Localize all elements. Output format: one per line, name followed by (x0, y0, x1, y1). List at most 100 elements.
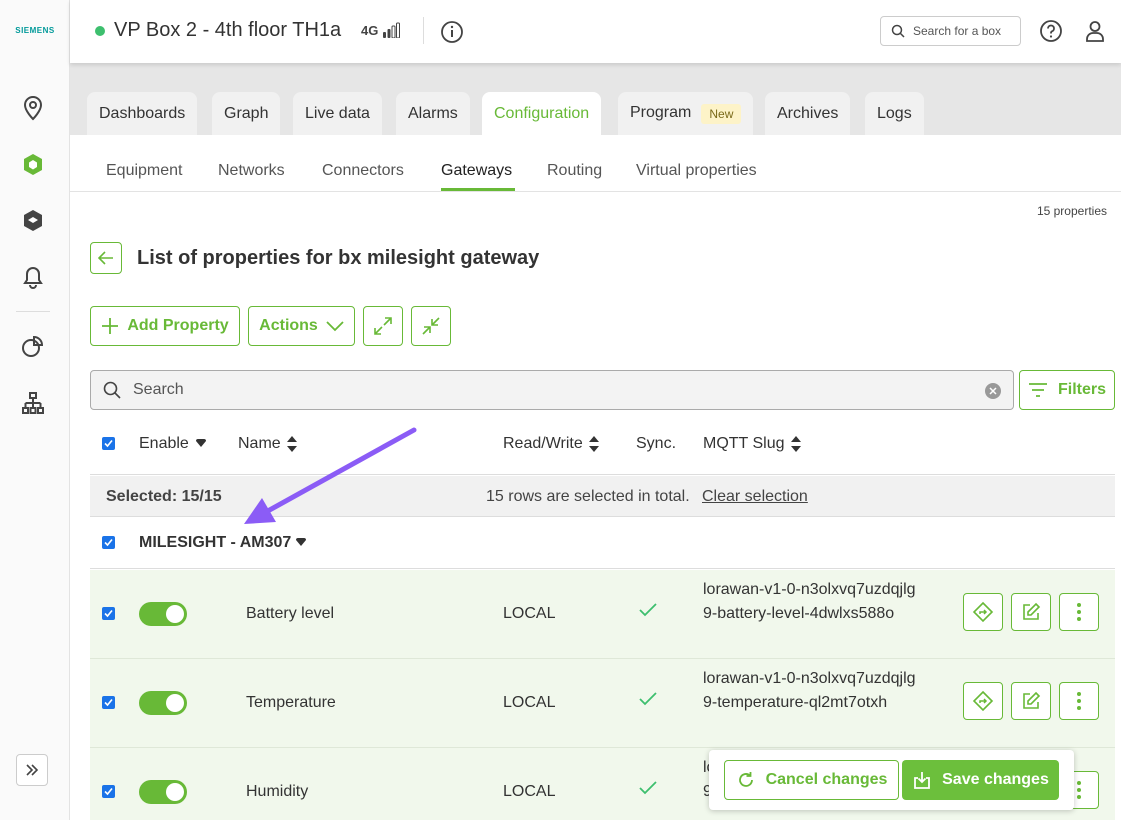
row-checkbox[interactable] (102, 785, 115, 798)
column-sync: Sync. (636, 435, 676, 453)
tab-logs[interactable]: Logs (865, 92, 924, 135)
tab-graph[interactable]: Graph (212, 92, 281, 135)
expand-all-button[interactable] (363, 306, 403, 346)
back-button[interactable] (90, 242, 122, 274)
app: SIEMENS VP Box 2 - 4th floor TH1a 4G Sea… (0, 0, 1121, 820)
add-property-label: Add Property (127, 317, 229, 334)
chart-pie-icon[interactable] (19, 332, 47, 360)
tab-program-label: Program (630, 104, 692, 121)
header-divider (423, 17, 424, 44)
device-stack-icon[interactable] (19, 207, 47, 235)
route-diamond-icon (972, 690, 994, 712)
cancel-changes-button[interactable]: Cancel changes (724, 760, 899, 800)
group-checkbox[interactable] (102, 536, 115, 549)
kebab-menu-icon (1077, 692, 1081, 710)
column-sync-label: Sync. (636, 435, 677, 452)
location-pin-icon[interactable] (19, 94, 47, 122)
check-icon (639, 603, 657, 617)
clear-selection-link[interactable]: Clear selection (702, 488, 808, 506)
enable-toggle[interactable] (139, 691, 187, 715)
tab-dashboards[interactable]: Dashboards (87, 92, 198, 135)
row-mqtt-slug: lorawan-v1-0-n3olxvq7uzdqjlg9-battery-le… (703, 581, 916, 622)
box-search-input[interactable] (913, 24, 1013, 38)
tab-live-data[interactable]: Live data (293, 92, 382, 135)
box-cube-icon[interactable] (19, 151, 47, 179)
actions-dropdown[interactable]: Actions (248, 306, 355, 346)
clear-search-icon[interactable] (985, 383, 1001, 399)
enable-toggle[interactable] (139, 602, 187, 626)
column-read-write[interactable]: Read/Write (503, 435, 599, 453)
subtab-gateways[interactable]: Gateways (441, 162, 512, 180)
column-enable-label: Enable (139, 435, 189, 452)
property-search-input[interactable] (133, 381, 963, 399)
table-row: Temperature LOCAL lorawan-v1-0-n3olxvq7u… (90, 659, 1115, 748)
group-toggle[interactable]: MILESIGHT - AM307 (139, 534, 307, 552)
filters-button[interactable]: Filters (1019, 370, 1115, 410)
subtab-virtual-properties[interactable]: Virtual properties (636, 162, 757, 180)
select-all-checkbox[interactable] (102, 437, 115, 450)
edit-button[interactable] (1011, 593, 1051, 631)
box-search[interactable] (880, 16, 1021, 46)
column-mqtt-slug-label: MQTT Slug (703, 435, 785, 452)
expand-sidebar-button[interactable] (16, 754, 48, 786)
table-header: Enable Name Read/Write Sync. MQTT Slug (90, 420, 1115, 475)
edit-icon (1023, 602, 1041, 620)
group-name: MILESIGHT - AM307 (139, 534, 292, 551)
double-chevron-right-icon (26, 764, 39, 776)
expand-icon (374, 317, 392, 335)
subtab-equipment[interactable]: Equipment (106, 162, 183, 180)
refresh-icon (738, 772, 753, 787)
row-read-write: LOCAL (503, 783, 556, 800)
subtab-routing[interactable]: Routing (547, 162, 602, 180)
row-name: Temperature (246, 694, 336, 711)
tab-alarms[interactable]: Alarms (396, 92, 470, 135)
signal-bars-icon (383, 22, 401, 38)
cancel-changes-label: Cancel changes (765, 771, 888, 788)
collapse-all-button[interactable] (411, 306, 451, 346)
column-mqtt-slug[interactable]: MQTT Slug (703, 435, 801, 453)
search-icon (891, 24, 905, 38)
add-property-button[interactable]: Add Property (90, 306, 240, 346)
check-icon (639, 781, 657, 795)
kebab-menu-icon (1077, 781, 1081, 799)
subtab-networks[interactable]: Networks (218, 162, 285, 180)
enable-toggle[interactable] (139, 780, 187, 804)
column-name[interactable]: Name (238, 435, 297, 453)
subtab-connectors[interactable]: Connectors (322, 162, 404, 180)
bell-icon[interactable] (19, 263, 47, 291)
column-enable[interactable]: Enable (139, 435, 207, 453)
column-read-write-label: Read/Write (503, 435, 583, 452)
brand-logo: SIEMENS (15, 26, 55, 35)
sort-icon (588, 436, 599, 452)
row-checkbox[interactable] (102, 607, 115, 620)
route-diamond-icon (972, 601, 994, 623)
sort-down-icon (195, 439, 206, 447)
help-icon[interactable] (1039, 19, 1063, 43)
more-options-button[interactable] (1059, 682, 1099, 720)
tab-archives[interactable]: Archives (765, 92, 851, 135)
route-button[interactable] (963, 682, 1003, 720)
route-button[interactable] (963, 593, 1003, 631)
edit-button[interactable] (1011, 682, 1051, 720)
row-name: Battery level (246, 605, 335, 622)
info-icon[interactable] (440, 20, 464, 44)
hierarchy-icon[interactable] (19, 389, 47, 417)
save-changes-button[interactable]: Save changes (902, 760, 1059, 800)
more-options-button[interactable] (1059, 593, 1099, 631)
row-read-write: LOCAL (503, 694, 556, 711)
network-type: 4G (361, 23, 379, 38)
sidebar: SIEMENS (0, 0, 70, 820)
properties-count: 15 properties (1036, 204, 1107, 218)
page-title: List of properties for bx milesight gate… (137, 247, 540, 269)
filters-label: Filters (1057, 381, 1106, 398)
row-checkbox[interactable] (102, 696, 115, 709)
selection-bar: Selected: 15/15 15 rows are selected in … (90, 476, 1115, 517)
active-subtab-indicator (441, 188, 515, 191)
tab-program[interactable]: Program New (618, 92, 754, 135)
user-icon[interactable] (1083, 19, 1107, 43)
collapse-icon (422, 317, 440, 335)
tab-configuration[interactable]: Configuration (482, 92, 602, 135)
check-icon (639, 692, 657, 706)
search-icon (103, 381, 121, 399)
property-search[interactable] (90, 370, 1014, 410)
